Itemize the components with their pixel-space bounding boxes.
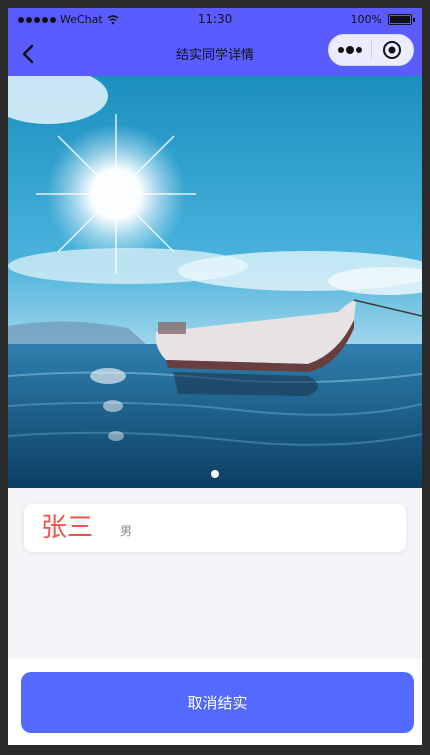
banner-image bbox=[8, 76, 422, 488]
status-bar: WeChat 11:30 100% bbox=[8, 8, 422, 32]
cancel-button[interactable]: 取消结实 bbox=[21, 672, 414, 733]
header: WeChat 11:30 100% 结实同学详情 bbox=[8, 8, 422, 76]
banner-swiper[interactable] bbox=[8, 76, 422, 488]
mini-program-capsule bbox=[328, 34, 414, 66]
nav-bar: 结实同学详情 bbox=[8, 32, 422, 76]
student-card: 张三 男 bbox=[24, 504, 406, 552]
phone-screen: WeChat 11:30 100% 结实同学详情 张三 男 取消结实 bbox=[8, 8, 422, 745]
close-icon bbox=[383, 41, 402, 59]
status-right: 100% bbox=[350, 13, 415, 26]
close-button[interactable] bbox=[371, 35, 413, 65]
battery-label: 100% bbox=[350, 13, 382, 26]
battery-icon bbox=[388, 14, 415, 25]
more-icon bbox=[337, 46, 362, 54]
more-button[interactable] bbox=[329, 35, 371, 65]
student-gender: 男 bbox=[120, 524, 133, 538]
student-name: 张三 bbox=[41, 513, 94, 543]
banner-indicator-dot[interactable] bbox=[211, 470, 219, 478]
footer-bar: 取消结实 bbox=[8, 659, 422, 745]
